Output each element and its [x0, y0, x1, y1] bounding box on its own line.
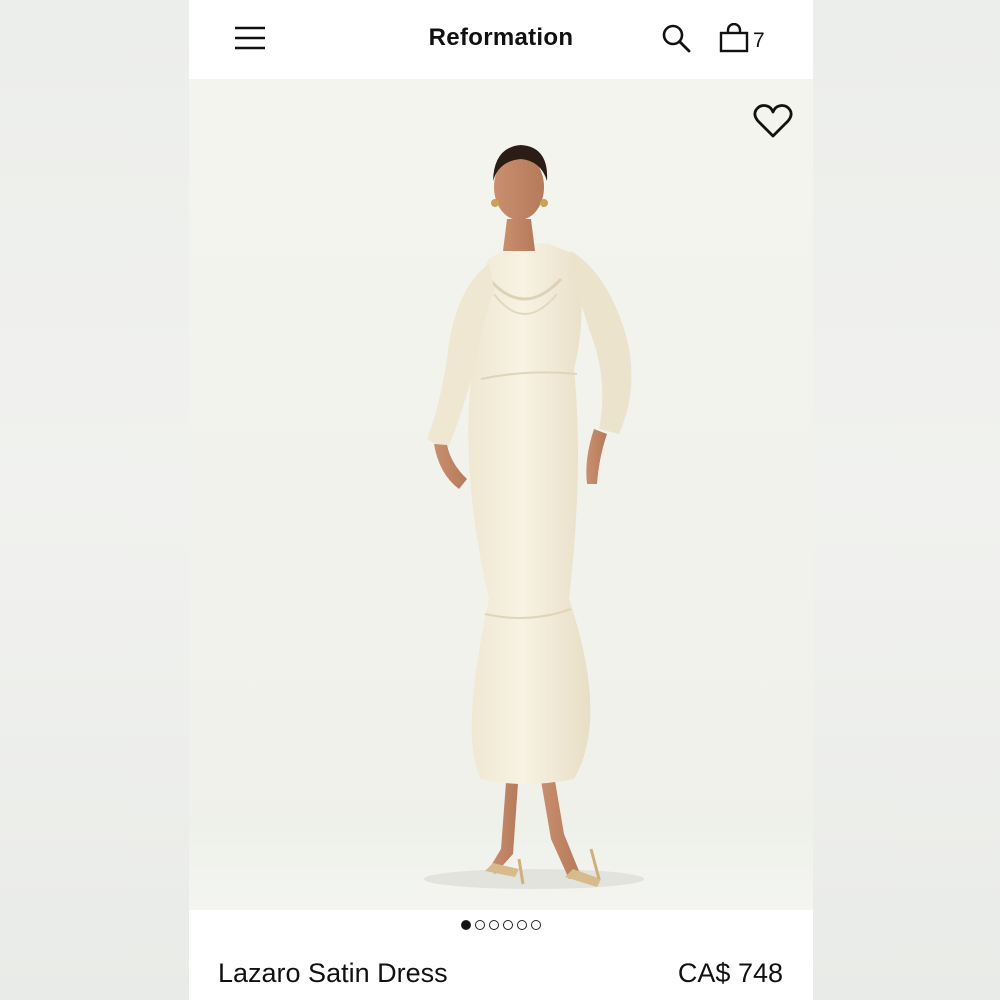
backdrop-right	[813, 0, 1000, 1000]
model-figure	[424, 145, 644, 889]
product-name[interactable]: Lazaro Satin Dress	[218, 958, 448, 989]
product-price: CA$ 748	[677, 958, 783, 988]
cart-count-badge: 7	[753, 29, 765, 52]
pagination-dot[interactable]	[461, 920, 471, 930]
cart-button[interactable]: 7	[719, 23, 779, 55]
pagination-dot[interactable]	[517, 920, 527, 930]
pagination-dot[interactable]	[475, 920, 485, 930]
pagination-dot[interactable]	[531, 920, 541, 930]
top-navigation-bar: Reformation 7	[189, 0, 813, 79]
heart-outline-icon[interactable]	[752, 102, 794, 140]
pagination-dot[interactable]	[503, 920, 513, 930]
shopping-bag-icon	[719, 23, 749, 53]
image-pagination	[189, 920, 813, 930]
phone-screen: Reformation 7 Lazaro Satin Dress CA$ 748	[189, 0, 813, 1000]
search-icon[interactable]	[661, 23, 691, 53]
pagination-dot[interactable]	[489, 920, 499, 930]
backdrop-left	[0, 0, 189, 1000]
product-image[interactable]	[189, 79, 813, 910]
